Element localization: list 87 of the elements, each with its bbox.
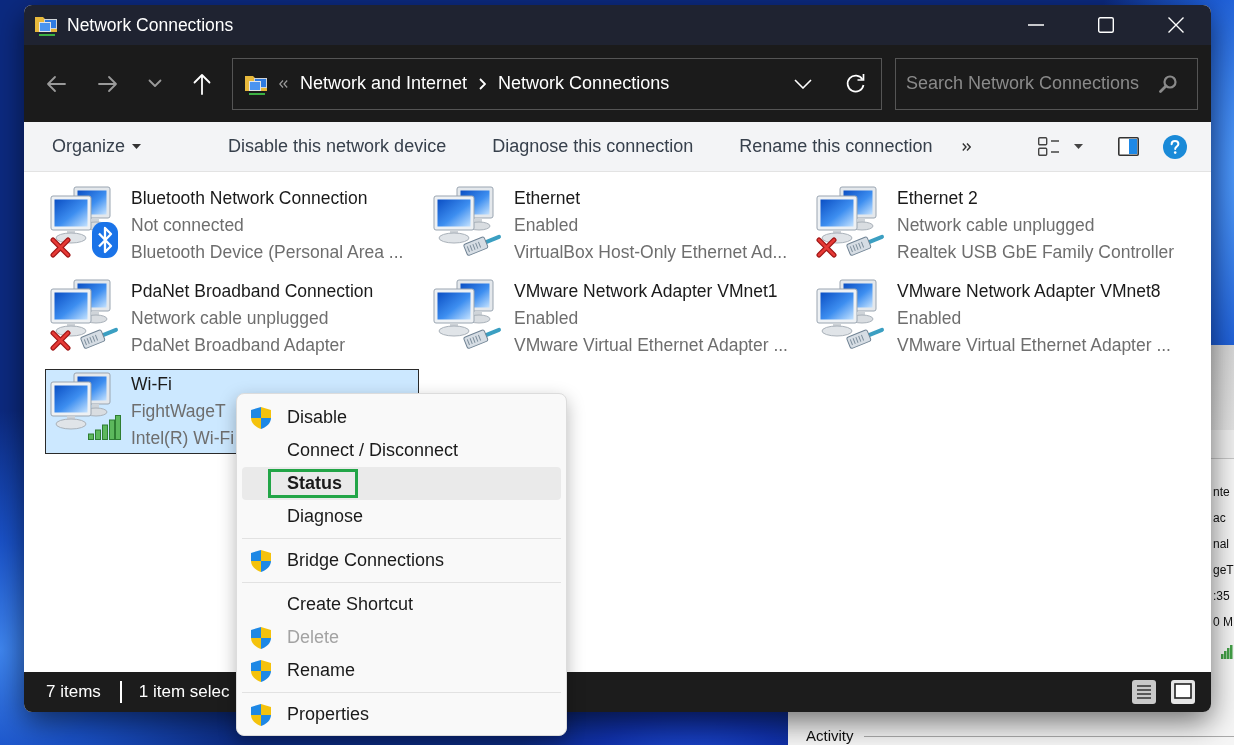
section-heading: Activity bbox=[806, 727, 854, 745]
signal-bars-icon bbox=[1221, 645, 1233, 659]
connection-status: Enabled bbox=[514, 307, 579, 330]
command-button[interactable]: Disable this network device bbox=[205, 126, 470, 167]
menu-item[interactable]: Bridge Connections bbox=[242, 544, 561, 577]
network-computers-icon bbox=[50, 186, 112, 244]
chevron-down-icon bbox=[794, 78, 812, 89]
selection-count: 1 item selec bbox=[138, 682, 230, 702]
network-computers-icon bbox=[816, 279, 878, 337]
search-field[interactable]: Search Network Connections bbox=[895, 57, 1198, 110]
connection-status: FightWageT bbox=[131, 400, 226, 423]
shield-icon bbox=[250, 625, 272, 650]
shield-icon bbox=[250, 702, 272, 727]
connection-item[interactable]: VMware Network Adapter VMnet8 Enabled VMware Virtual Ethernet Adapter ... bbox=[811, 276, 1185, 361]
network-computers-icon bbox=[50, 279, 112, 337]
menu-item[interactable]: Diagnose bbox=[242, 500, 561, 533]
detail-text: :35 bbox=[1213, 588, 1231, 605]
detail-text: 0 M bbox=[1213, 614, 1234, 631]
device-name: PdaNet Broadband Adapter bbox=[131, 334, 346, 357]
connection-status: Enabled bbox=[897, 307, 962, 330]
shield-icon bbox=[250, 658, 272, 683]
command-button[interactable]: Rename this connection bbox=[716, 126, 956, 167]
chevron-down-icon bbox=[148, 79, 162, 88]
shield-icon bbox=[250, 405, 272, 430]
detail-text: geT bbox=[1213, 562, 1234, 579]
left-arrow-icon bbox=[46, 73, 66, 94]
connection-item[interactable]: VMware Network Adapter VMnet1 Enabled VMware Virtual Ethernet Adapter ... bbox=[428, 276, 802, 361]
connection-item[interactable]: PdaNet Broadband Connection Network cable unplugged PdaNet Broadband Adapter bbox=[45, 276, 419, 361]
item-count: 7 items bbox=[46, 682, 101, 702]
connection-name: PdaNet Broadband Connection bbox=[131, 280, 374, 303]
bluetooth-icon bbox=[92, 222, 118, 258]
detail-text: nal bbox=[1213, 536, 1230, 553]
device-name: Realtek USB GbE Family Controller bbox=[897, 241, 1175, 264]
network-folder-icon bbox=[35, 14, 59, 36]
up-arrow-icon bbox=[192, 72, 212, 95]
network-computers-icon bbox=[433, 186, 495, 244]
menu-item[interactable]: Status bbox=[242, 467, 561, 500]
connection-name: Ethernet bbox=[514, 187, 581, 210]
close-icon bbox=[1168, 17, 1184, 33]
device-name: Intel(R) Wi-Fi bbox=[131, 427, 235, 450]
minimize-icon bbox=[1028, 24, 1044, 26]
device-name: VMware Virtual Ethernet Adapter ... bbox=[897, 334, 1171, 357]
connection-name: Ethernet 2 bbox=[897, 187, 978, 210]
connection-status: Network cable unplugged bbox=[131, 307, 329, 330]
shield-icon bbox=[250, 548, 272, 573]
connection-name: Wi-Fi bbox=[131, 373, 172, 396]
detail-text: nte bbox=[1213, 484, 1231, 501]
details-view-icon[interactable] bbox=[1132, 680, 1156, 704]
view-tiles-icon bbox=[1038, 137, 1059, 156]
signal-bars-icon bbox=[88, 415, 121, 440]
device-name: Bluetooth Device (Personal Area ... bbox=[131, 241, 404, 264]
caret-icon bbox=[132, 144, 142, 149]
right-arrow-icon bbox=[98, 73, 118, 94]
address-bar[interactable]: Network and Internet Network Connections bbox=[232, 57, 882, 110]
connection-status: Not connected bbox=[131, 214, 244, 237]
connection-name: VMware Network Adapter VMnet8 bbox=[897, 280, 1161, 303]
command-button[interactable]: Diagnose this connection bbox=[469, 126, 717, 167]
connection-name: Bluetooth Network Connection bbox=[131, 187, 368, 210]
breadcrumb-link[interactable]: Network and Internet bbox=[300, 73, 468, 94]
maximize-icon bbox=[1098, 17, 1114, 33]
chevron-right-icon[interactable] bbox=[479, 77, 487, 90]
network-computers-icon bbox=[433, 279, 495, 337]
connection-status: Enabled bbox=[514, 214, 579, 237]
breadcrumb-link[interactable]: Network Connections bbox=[498, 73, 670, 94]
organize-button[interactable]: Organize bbox=[29, 126, 165, 167]
device-name: VirtualBox Host-Only Ethernet Ad... bbox=[514, 241, 787, 264]
device-name: VMware Virtual Ethernet Adapter ... bbox=[514, 334, 788, 357]
network-computers-icon bbox=[816, 186, 878, 244]
menu-item[interactable]: Properties bbox=[242, 698, 561, 731]
detail-text: ac bbox=[1213, 510, 1227, 527]
connection-item[interactable]: Ethernet 2 Network cable unplugged Realtek USB GbE Family Controller bbox=[811, 183, 1185, 268]
search-icon[interactable] bbox=[1159, 74, 1177, 93]
refresh-icon bbox=[844, 73, 866, 94]
large-icons-view-icon[interactable] bbox=[1171, 680, 1195, 704]
menu-item[interactable]: Rename bbox=[242, 654, 561, 687]
window-title: Network Connections bbox=[67, 14, 234, 36]
caret-icon bbox=[1074, 144, 1083, 149]
network-computers-icon bbox=[50, 372, 112, 430]
double-chevron-right-icon bbox=[961, 142, 971, 151]
connection-name: VMware Network Adapter VMnet1 bbox=[514, 280, 778, 303]
menu-item[interactable]: Create Shortcut bbox=[242, 588, 561, 621]
help-icon bbox=[1163, 134, 1187, 159]
preview-pane-icon bbox=[1118, 137, 1139, 156]
double-chevron-left-icon[interactable] bbox=[279, 79, 288, 88]
connection-item[interactable]: Ethernet Enabled VirtualBox Host-Only Ethernet Ad... bbox=[428, 183, 802, 268]
connection-status: Network cable unplugged bbox=[897, 214, 1095, 237]
connection-item[interactable]: Bluetooth Network Connection Not connected Bluetooth Device (Personal Area ... bbox=[45, 183, 419, 268]
